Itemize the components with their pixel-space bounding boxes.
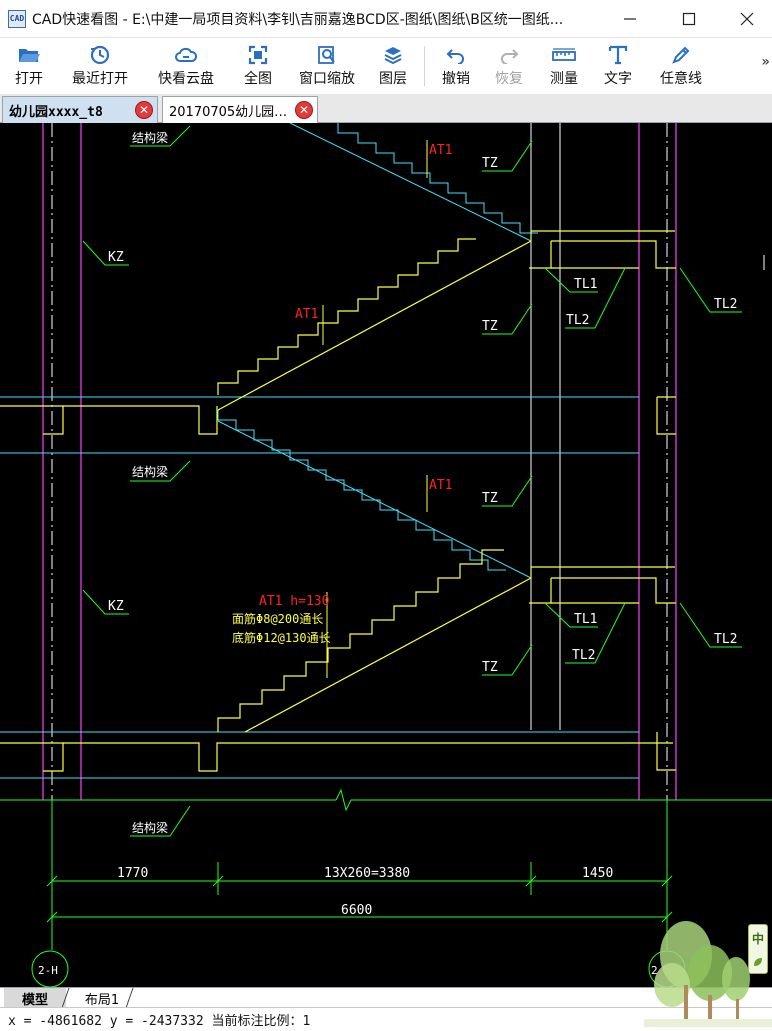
dimension-middle: 13X260=3380	[324, 866, 410, 881]
yellow-stair-flights	[0, 230, 676, 772]
document-tab-bar: 幼儿园xxxx_t8 ✕ 20170705幼儿园… ✕	[0, 94, 772, 123]
beam-label: 结构梁	[132, 130, 168, 145]
measure-button[interactable]: 测量	[537, 38, 591, 94]
redo-button[interactable]: 恢复	[481, 38, 537, 94]
cloud-icon	[174, 44, 198, 66]
axis-label-left: 2-H	[38, 964, 58, 977]
ime-leaf-icon	[754, 958, 762, 967]
ime-mode-label: 中	[751, 931, 764, 946]
kz-label: KZ	[108, 250, 124, 265]
dimension-total: 6600	[341, 903, 372, 918]
toolbar: 打开 最近打开 快看云盘 全图 窗口缩放 图层 撤销 恢复 测量 文字 任意线 …	[0, 38, 772, 94]
tab-divider-icon	[126, 988, 134, 1008]
redo-icon	[497, 44, 521, 66]
at1-label: AT1	[429, 478, 452, 493]
fit-all-button[interactable]: 全图	[230, 38, 286, 94]
tl1-label: TL1	[574, 612, 597, 627]
zoom-window-label: 窗口缩放	[299, 71, 355, 87]
pencil-icon	[669, 44, 693, 66]
column-lines	[51, 123, 668, 800]
measure-label: 测量	[550, 71, 578, 87]
minimize-button[interactable]	[605, 0, 655, 38]
freehand-line-button[interactable]: 任意线	[645, 38, 717, 94]
cloud-disk-button[interactable]: 快看云盘	[142, 38, 230, 94]
drawing-annotations: 结构梁 结构梁 结构梁 KZ KZ TZ TZ TZ TZ TL1 TL2 TL…	[38, 130, 737, 977]
undo-icon	[444, 44, 468, 66]
fit-extents-icon	[246, 44, 270, 66]
text-button[interactable]: 文字	[591, 38, 645, 94]
recent-open-button[interactable]: 最近打开	[58, 38, 142, 94]
at1-label: AT1	[429, 143, 452, 158]
maximize-button[interactable]	[664, 0, 714, 38]
window-title: CAD快速看图 - E:\中建一局项目资料\李钊\吉丽嘉逸BCD区-图纸\图纸\…	[32, 11, 564, 28]
close-icon	[740, 12, 754, 26]
cloud-disk-label: 快看云盘	[158, 71, 214, 87]
open-label: 打开	[15, 71, 43, 87]
layers-button[interactable]: 图层	[368, 38, 418, 94]
toolbar-overflow-button[interactable]: »	[761, 54, 770, 70]
tz-label: TZ	[482, 319, 498, 334]
close-tab-icon[interactable]: ✕	[295, 101, 313, 119]
folder-open-icon	[17, 44, 41, 66]
tl2-label: TL2	[714, 632, 737, 647]
at1-label: AT1	[295, 307, 318, 322]
dimension-right: 1450	[582, 866, 613, 881]
title-bar: CAD CAD快速看图 - E:\中建一局项目资料\李钊\吉丽嘉逸BCD区-图纸…	[0, 0, 772, 38]
leader-lines	[82, 125, 742, 837]
recent-open-label: 最近打开	[72, 71, 128, 87]
drawing-canvas[interactable]: 结构梁 结构梁 结构梁 KZ KZ TZ TZ TZ TZ TL1 TL2 TL…	[0, 123, 772, 987]
undo-button[interactable]: 撤销	[431, 38, 481, 94]
toolbar-divider	[424, 46, 425, 86]
open-button[interactable]: 打开	[0, 38, 58, 94]
redo-label: 恢复	[495, 71, 523, 87]
rebar-top-label: 面筋Φ8@200通长	[232, 611, 323, 626]
beam-label: 结构梁	[132, 820, 168, 835]
dimension-left: 1770	[117, 866, 148, 881]
tab-model-label: 模型	[21, 992, 48, 1008]
zoom-window-button[interactable]: 窗口缩放	[286, 38, 368, 94]
fit-all-label: 全图	[244, 71, 272, 87]
close-tab-icon[interactable]: ✕	[135, 101, 153, 119]
freehand-line-label: 任意线	[660, 71, 702, 87]
tl2-label: TL2	[566, 313, 589, 328]
minimize-icon	[624, 18, 636, 20]
layers-label: 图层	[379, 71, 407, 87]
cursor-coordinates: x = -4861682 y = -2437332 当前标注比例：1	[8, 1014, 311, 1029]
zoom-window-icon	[315, 44, 339, 66]
at1-detail-label: AT1 h=130	[259, 594, 329, 609]
tz-label: TZ	[482, 491, 498, 506]
undo-label: 撤销	[442, 71, 470, 87]
text-t-icon	[606, 44, 630, 66]
tab-document[interactable]: 20170705幼儿园… ✕	[162, 96, 318, 123]
at1-leaders	[322, 140, 428, 678]
beam-label: 结构梁	[132, 464, 168, 479]
history-clock-icon	[88, 44, 112, 66]
app-logo-icon: CAD	[8, 9, 26, 28]
rebar-bottom-label: 底筋Φ12@130通长	[232, 630, 331, 645]
tl2-label: TL2	[714, 297, 737, 312]
tab-model[interactable]: 模型	[4, 988, 66, 1008]
tab-layout1[interactable]: 布局1	[74, 988, 130, 1008]
stair-drawing: 结构梁 结构梁 结构梁 KZ KZ TZ TZ TZ TZ TL1 TL2 TL…	[0, 123, 772, 987]
kz-label: KZ	[108, 599, 124, 614]
tl2-label: TL2	[572, 648, 595, 663]
layers-icon	[381, 44, 405, 66]
floor-lines	[0, 123, 639, 779]
tab-label: 20170705幼儿园…	[169, 104, 288, 120]
ruler-icon	[552, 44, 576, 66]
tab-document-active[interactable]: 幼儿园xxxx_t8 ✕	[2, 96, 158, 123]
maximize-icon	[682, 12, 696, 26]
text-label: 文字	[604, 71, 632, 87]
close-window-button[interactable]	[722, 0, 772, 38]
tab-layout1-label: 布局1	[84, 992, 120, 1008]
tab-label: 幼儿园xxxx_t8	[9, 104, 103, 120]
tz-label: TZ	[482, 660, 498, 675]
tl1-label: TL1	[574, 277, 597, 292]
wall-lines	[42, 123, 677, 800]
tz-label: TZ	[482, 156, 498, 171]
ime-indicator[interactable]: 中	[748, 924, 768, 974]
